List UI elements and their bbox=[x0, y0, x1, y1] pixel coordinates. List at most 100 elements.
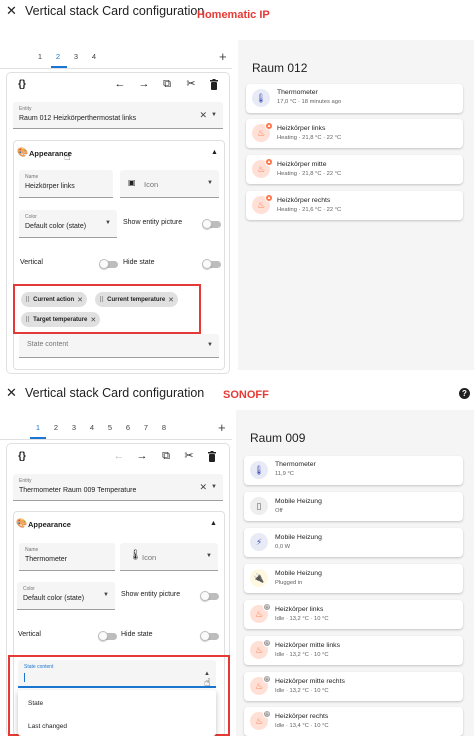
chevron-down-icon[interactable]: ▼ bbox=[105, 220, 111, 226]
hide-state-label: Hide state bbox=[121, 631, 153, 638]
plug-icon[interactable]: 🔌 bbox=[250, 569, 268, 587]
vertical-label: Vertical bbox=[20, 259, 43, 266]
tile-card[interactable]: ♨ ◷ Heizkörper mitte links Idle · 13,2 °… bbox=[244, 636, 463, 665]
thermometer-icon: 🌡 bbox=[129, 550, 142, 561]
chevron-down-icon[interactable]: ▼ bbox=[211, 484, 217, 490]
tab-5[interactable]: 5 bbox=[103, 423, 117, 432]
entity-picker[interactable]: Entity Thermometer Raum 009 Temperature … bbox=[13, 474, 223, 501]
chevron-down-icon[interactable]: ▼ bbox=[206, 553, 212, 559]
icon-picker[interactable]: 🌡 Icon ▼ bbox=[120, 543, 218, 571]
tile-card[interactable]: ⚡ Mobile Heizung 0,0 W bbox=[244, 528, 463, 557]
tile-card[interactable]: ♨ ▲ Heizkörper links Heating · 21,8 °C ·… bbox=[246, 119, 463, 148]
lightning-icon[interactable]: ⚡ bbox=[250, 533, 268, 551]
name-label: Name bbox=[25, 547, 39, 553]
tab-3[interactable]: 3 bbox=[69, 52, 83, 61]
tile-card[interactable]: ▯ Mobile Heizung Off bbox=[244, 492, 463, 521]
state-chip-current-temperature[interactable]: ⠿ Current temperature ✕ bbox=[95, 292, 179, 307]
tile-card[interactable]: ♨ ◷ Heizkörper mitte rechts Idle · 13,2 … bbox=[244, 672, 463, 701]
chevron-up-icon[interactable]: ▲ bbox=[210, 520, 217, 527]
delete-icon[interactable] bbox=[207, 79, 221, 93]
mouse-pointer-icon: ☝ bbox=[204, 677, 211, 689]
chevron-down-icon[interactable]: ▼ bbox=[207, 180, 213, 186]
tab-8[interactable]: 8 bbox=[157, 423, 171, 432]
remove-chip-icon[interactable]: ✕ bbox=[168, 296, 174, 304]
move-left-icon[interactable]: ← bbox=[113, 79, 127, 90]
icon-picker[interactable]: ▣ Icon ▼ bbox=[120, 170, 219, 198]
clear-icon[interactable]: ✕ bbox=[199, 482, 207, 493]
tab-6[interactable]: 6 bbox=[121, 423, 135, 432]
state-chip-current-action[interactable]: ⠿ Current action ✕ bbox=[21, 292, 88, 307]
remove-chip-icon[interactable]: ✕ bbox=[90, 316, 96, 324]
move-right-icon[interactable]: → bbox=[137, 79, 151, 90]
move-right-icon[interactable]: → bbox=[135, 451, 149, 462]
mouse-pointer-icon: ☝ bbox=[64, 151, 71, 163]
name-field[interactable]: Name Thermometer bbox=[19, 543, 115, 571]
chevron-down-icon[interactable]: ▼ bbox=[103, 592, 109, 598]
thermometer-icon[interactable]: 🌡 bbox=[250, 461, 268, 479]
vertical-toggle[interactable] bbox=[99, 259, 118, 269]
chevron-down-icon[interactable]: ▼ bbox=[211, 112, 217, 118]
show-entity-picture-toggle[interactable] bbox=[200, 591, 219, 601]
cut-icon[interactable]: ✂ bbox=[182, 451, 196, 462]
power-socket-icon[interactable]: ▯ bbox=[250, 497, 268, 515]
tab-4[interactable]: 4 bbox=[85, 423, 99, 432]
state-content-select[interactable]: State content ▼ bbox=[19, 334, 219, 358]
remove-chip-icon[interactable]: ✕ bbox=[77, 296, 83, 304]
heating-badge-icon: ▲ bbox=[265, 122, 273, 130]
drag-handle-icon[interactable]: ⠿ bbox=[25, 316, 30, 324]
add-card-icon[interactable]: + bbox=[219, 50, 227, 63]
code-editor-icon[interactable]: {} bbox=[15, 452, 29, 462]
appearance-title[interactable]: Appearance bbox=[28, 520, 71, 529]
clear-icon[interactable]: ✕ bbox=[199, 110, 207, 121]
tab-7[interactable]: 7 bbox=[139, 423, 153, 432]
vertical-toggle[interactable] bbox=[98, 631, 117, 641]
tile-card[interactable]: 🌡 Thermometer 17,0 °C · 18 minutes ago bbox=[246, 84, 463, 113]
hide-state-toggle[interactable] bbox=[202, 259, 221, 269]
delete-icon[interactable] bbox=[205, 451, 219, 465]
entity-picker[interactable]: Entity Raum 012 Heizkörperthermostat lin… bbox=[13, 102, 223, 129]
move-left-icon[interactable]: ← bbox=[112, 451, 126, 462]
close-icon[interactable]: ✕ bbox=[6, 4, 17, 17]
cut-icon[interactable]: ✂ bbox=[184, 79, 198, 90]
tile-card[interactable]: 🌡 Thermometer 11,9 °C bbox=[244, 456, 463, 485]
tile-card[interactable]: ♨ ▲ Heizkörper rechts Heating · 21,6 °C … bbox=[246, 191, 463, 220]
copy-icon[interactable]: ⧉ bbox=[159, 451, 173, 462]
close-icon[interactable]: ✕ bbox=[6, 386, 17, 399]
tab-1[interactable]: 1 bbox=[33, 52, 47, 61]
text-caret bbox=[24, 673, 25, 682]
name-value: Thermometer bbox=[25, 556, 68, 563]
color-select[interactable]: Color Default color (state) ▼ bbox=[17, 582, 115, 610]
tile-card[interactable]: ♨ ◷ Heizkörper links Idle · 13,2 °C · 10… bbox=[244, 600, 463, 629]
hide-state-toggle[interactable] bbox=[200, 631, 219, 641]
state-chip-target-temperature[interactable]: ⠿ Target temperature ✕ bbox=[21, 312, 101, 327]
chevron-up-icon[interactable]: ▲ bbox=[211, 149, 218, 156]
tile-card[interactable]: ♨ ◷ Heizkörper rechts Idle · 13,4 °C · 1… bbox=[244, 707, 463, 736]
dropdown-option-last-changed[interactable]: Last changed bbox=[28, 723, 67, 730]
idle-badge-icon: ◷ bbox=[263, 675, 271, 683]
tab-2[interactable]: 2 bbox=[49, 423, 63, 432]
tile-card[interactable]: ♨ ▲ Heizkörper mitte Heating · 21,8 °C ·… bbox=[246, 155, 463, 184]
tile-card[interactable]: 🔌 Mobile Heizung Plugged in bbox=[244, 564, 463, 593]
state-content-select[interactable]: State content ▲ bbox=[18, 660, 216, 688]
heating-badge-icon: ▲ bbox=[265, 158, 273, 166]
help-icon[interactable]: ? bbox=[459, 388, 470, 399]
code-editor-icon[interactable]: {} bbox=[15, 80, 29, 90]
show-entity-picture-toggle[interactable] bbox=[202, 219, 221, 229]
drag-handle-icon[interactable]: ⠿ bbox=[99, 296, 104, 304]
tab-4[interactable]: 4 bbox=[87, 52, 101, 61]
tab-3[interactable]: 3 bbox=[67, 423, 81, 432]
add-card-icon[interactable]: + bbox=[218, 421, 226, 434]
name-field[interactable]: Name Heizkörper links bbox=[19, 170, 113, 198]
preview-title: Raum 012 bbox=[252, 61, 308, 75]
copy-icon[interactable]: ⧉ bbox=[160, 79, 174, 90]
thermometer-icon[interactable]: 🌡 bbox=[252, 89, 270, 107]
tab-2[interactable]: 2 bbox=[51, 52, 65, 61]
color-select[interactable]: Color Default color (state) ▼ bbox=[19, 210, 117, 238]
state-content-dropdown: State Last changed bbox=[18, 690, 216, 736]
drag-handle-icon[interactable]: ⠿ bbox=[25, 296, 30, 304]
tab-1[interactable]: 1 bbox=[31, 423, 45, 432]
dropdown-option-state[interactable]: State bbox=[28, 700, 43, 707]
brand-label: SONOFF bbox=[223, 389, 269, 401]
chevron-down-icon[interactable]: ▼ bbox=[207, 342, 213, 348]
dialog-title: Vertical stack Card configuration bbox=[25, 4, 205, 18]
